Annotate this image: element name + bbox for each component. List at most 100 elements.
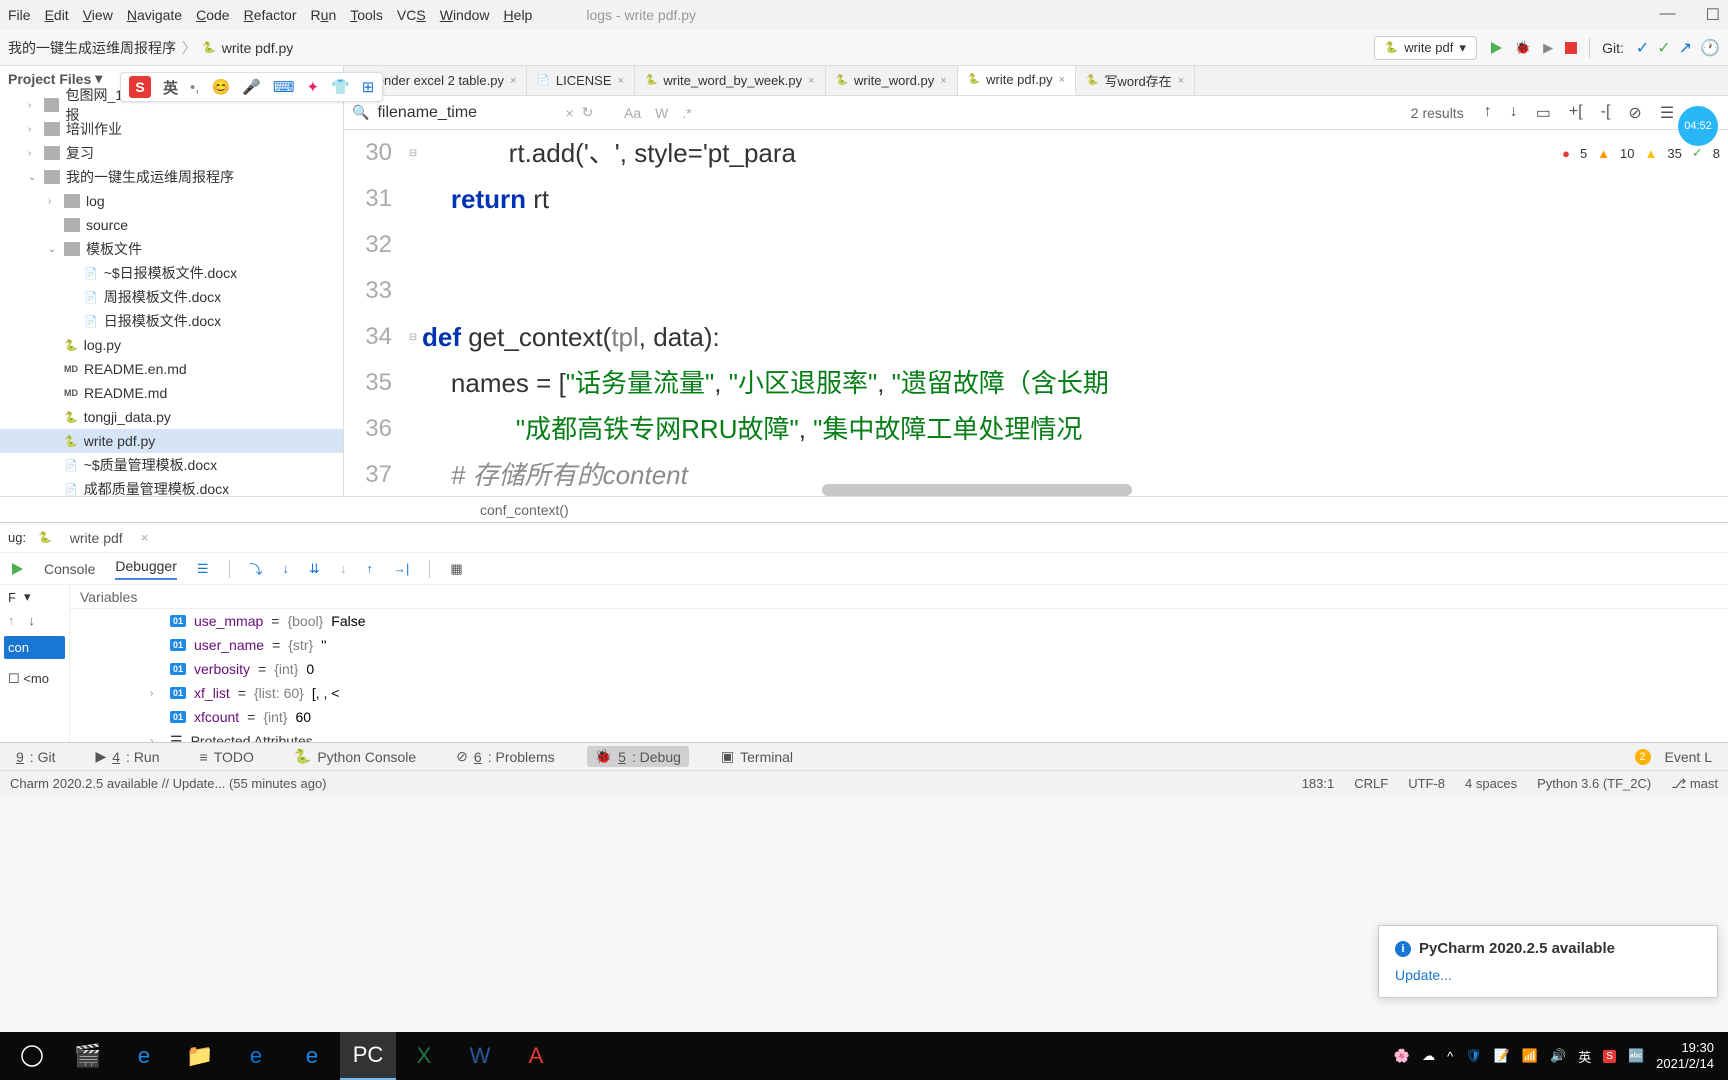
tree-item[interactable]: 📄成都质量管理模板.docx xyxy=(0,477,343,496)
step-out-icon[interactable]: ↑ xyxy=(366,561,373,576)
ime-menu-icon[interactable]: ⊞ xyxy=(362,78,375,96)
ime-emoji-icon[interactable]: 😊 xyxy=(211,78,230,96)
run-toolwindow[interactable]: ▶ 4: Run xyxy=(87,746,167,767)
tray-note-icon[interactable]: 📝 xyxy=(1494,1048,1510,1064)
tree-item[interactable]: ›log xyxy=(0,189,343,213)
menu-navigate[interactable]: Navigate xyxy=(127,7,182,23)
variable-row[interactable]: 01 verbosity = {int} 0 xyxy=(70,657,1728,681)
taskbar-excel[interactable]: X xyxy=(396,1032,452,1080)
ime-punct-icon[interactable]: •, xyxy=(190,79,199,96)
settings-icon[interactable]: ☰ xyxy=(1660,103,1674,123)
editor-breadcrumb[interactable]: conf_context() xyxy=(0,496,1728,522)
caret-position[interactable]: 183:1 xyxy=(1302,776,1335,792)
expand-arrow-icon[interactable]: › xyxy=(150,688,162,699)
debug-toolwindow[interactable]: 🐞 5: Debug xyxy=(587,746,689,767)
tree-item[interactable]: ⌄我的一键生成运维周报程序 xyxy=(0,165,343,189)
taskbar-edge[interactable]: e xyxy=(228,1032,284,1080)
menu-tools[interactable]: Tools xyxy=(350,7,383,23)
run-to-cursor-icon[interactable]: →| xyxy=(393,561,409,576)
breadcrumb-file[interactable]: write pdf.py xyxy=(222,40,294,56)
editor-tab[interactable]: 📄LICENSE× xyxy=(527,66,635,95)
rerun-icon[interactable] xyxy=(10,562,24,576)
next-match-icon[interactable]: ↓ xyxy=(1510,103,1518,123)
variable-row[interactable]: 01 user_name = {str} '' xyxy=(70,633,1728,657)
editor-tab[interactable]: 🐍write pdf.py× xyxy=(958,66,1076,95)
taskbar-word[interactable]: W xyxy=(452,1032,508,1080)
ime-skin-icon[interactable]: 👕 xyxy=(331,78,350,96)
match-word-icon[interactable]: W xyxy=(655,105,668,121)
debug-session-tab[interactable]: write pdf xyxy=(64,526,129,550)
tree-item[interactable]: MDREADME.md xyxy=(0,381,343,405)
start-button[interactable] xyxy=(4,1032,60,1080)
ime-lang[interactable]: 英 xyxy=(163,77,178,98)
code-content[interactable]: rt.add('、', style='pt_para return rt def… xyxy=(422,130,1728,496)
frame-down-icon[interactable]: ↓ xyxy=(29,613,36,628)
regex-icon[interactable]: .* xyxy=(682,105,691,121)
tray-lang2[interactable]: 🔤 xyxy=(1628,1048,1644,1064)
tree-item[interactable]: MDREADME.en.md xyxy=(0,357,343,381)
chevron-down-icon[interactable]: ▾ xyxy=(24,589,31,605)
expand-arrow-icon[interactable]: › xyxy=(150,736,162,743)
git-push-icon[interactable]: ↗ xyxy=(1679,38,1692,58)
taskbar-ie2[interactable]: e xyxy=(284,1032,340,1080)
variable-row[interactable]: 01 use_mmap = {bool} False xyxy=(70,609,1728,633)
git-branch[interactable]: ⎇ mast xyxy=(1671,776,1718,792)
match-case-icon[interactable]: Aa xyxy=(624,105,641,121)
tray-shield-icon[interactable]: 🛡 xyxy=(1465,1048,1482,1064)
tree-item[interactable]: ›复习 xyxy=(0,141,343,165)
inspection-status[interactable]: ●5 ▲10 ▲35 ✓8 xyxy=(1562,145,1720,161)
close-icon[interactable]: × xyxy=(618,75,624,87)
tray-network-icon[interactable]: 📶 xyxy=(1522,1048,1538,1064)
tray-sogou-icon[interactable]: S xyxy=(1603,1050,1616,1063)
git-update-icon[interactable]: ✓ xyxy=(1636,38,1649,58)
debug-button[interactable]: 🐞 xyxy=(1515,40,1531,56)
menu-edit[interactable]: Edit xyxy=(45,7,69,23)
menu-window[interactable]: Window xyxy=(440,7,490,23)
console-tab[interactable]: Console xyxy=(44,561,95,577)
ime-tool-icon[interactable]: ✦ xyxy=(306,78,319,96)
remove-selection-icon[interactable]: -[ xyxy=(1601,103,1611,123)
variable-row[interactable]: ›01 xf_list = {list: 60} [, , < xyxy=(70,681,1728,705)
frame-item[interactable]: con xyxy=(4,636,65,659)
debugger-tab[interactable]: Debugger xyxy=(115,558,177,580)
tree-item[interactable]: 📄~$日报模板文件.docx xyxy=(0,261,343,285)
menu-view[interactable]: View xyxy=(83,7,113,23)
taskbar-explorer[interactable]: 📁 xyxy=(172,1032,228,1080)
git-commit-icon[interactable]: ✓ xyxy=(1657,38,1670,58)
select-all-icon[interactable]: ▭ xyxy=(1536,103,1551,123)
force-step-icon[interactable]: ↓ xyxy=(340,561,347,576)
tray-volume-icon[interactable]: 🔊 xyxy=(1550,1048,1566,1064)
step-over-icon[interactable]: ⤵ xyxy=(250,559,263,578)
tree-item[interactable]: 🐍tongji_data.py xyxy=(0,405,343,429)
ime-keyboard-icon[interactable]: ⌨ xyxy=(273,78,295,96)
coverage-button[interactable]: ▶ xyxy=(1543,40,1553,56)
close-icon[interactable]: × xyxy=(940,75,946,87)
close-icon[interactable]: × xyxy=(1178,75,1184,87)
search-input[interactable] xyxy=(377,104,557,122)
git-toolwindow[interactable]: 9: Git xyxy=(8,747,63,767)
line-separator[interactable]: CRLF xyxy=(1354,776,1388,792)
tree-item[interactable]: 📄周报模板文件.docx xyxy=(0,285,343,309)
tree-item[interactable]: 📄日报模板文件.docx xyxy=(0,309,343,333)
breadcrumb-root[interactable]: 我的一键生成运维周报程序 xyxy=(8,38,176,58)
variable-row[interactable]: 01 xfcount = {int} 60 xyxy=(70,705,1728,729)
run-button[interactable] xyxy=(1489,41,1503,55)
prev-match-icon[interactable]: ↑ xyxy=(1484,103,1492,123)
maximize-button[interactable]: ☐ xyxy=(1706,5,1720,25)
frame-up-icon[interactable]: ↑ xyxy=(8,613,15,628)
clear-search-icon[interactable]: × xyxy=(565,105,573,121)
stop-button[interactable] xyxy=(1565,42,1577,54)
git-history-icon[interactable]: 🕐 xyxy=(1700,38,1720,58)
tray-lang1[interactable]: 英 xyxy=(1578,1047,1591,1066)
add-selection-icon[interactable]: +[ xyxy=(1569,103,1583,123)
close-icon[interactable]: × xyxy=(141,530,149,545)
taskbar-pycharm[interactable]: PC xyxy=(340,1032,396,1080)
problems-toolwindow[interactable]: ⊘ 6: Problems xyxy=(448,746,562,767)
horizontal-scrollbar[interactable] xyxy=(822,484,1132,496)
ime-toolbar[interactable]: S 英 •, 😊 🎤 ⌨ ✦ 👕 ⊞ xyxy=(120,72,383,102)
menu-vcs[interactable]: VCS xyxy=(397,7,426,23)
protected-attributes[interactable]: ›☰ Protected Attributes xyxy=(70,729,1728,742)
exclude-icon[interactable]: ⊘ xyxy=(1628,103,1641,123)
file-encoding[interactable]: UTF-8 xyxy=(1408,776,1445,792)
tray-up-icon[interactable]: ^ xyxy=(1447,1049,1453,1064)
